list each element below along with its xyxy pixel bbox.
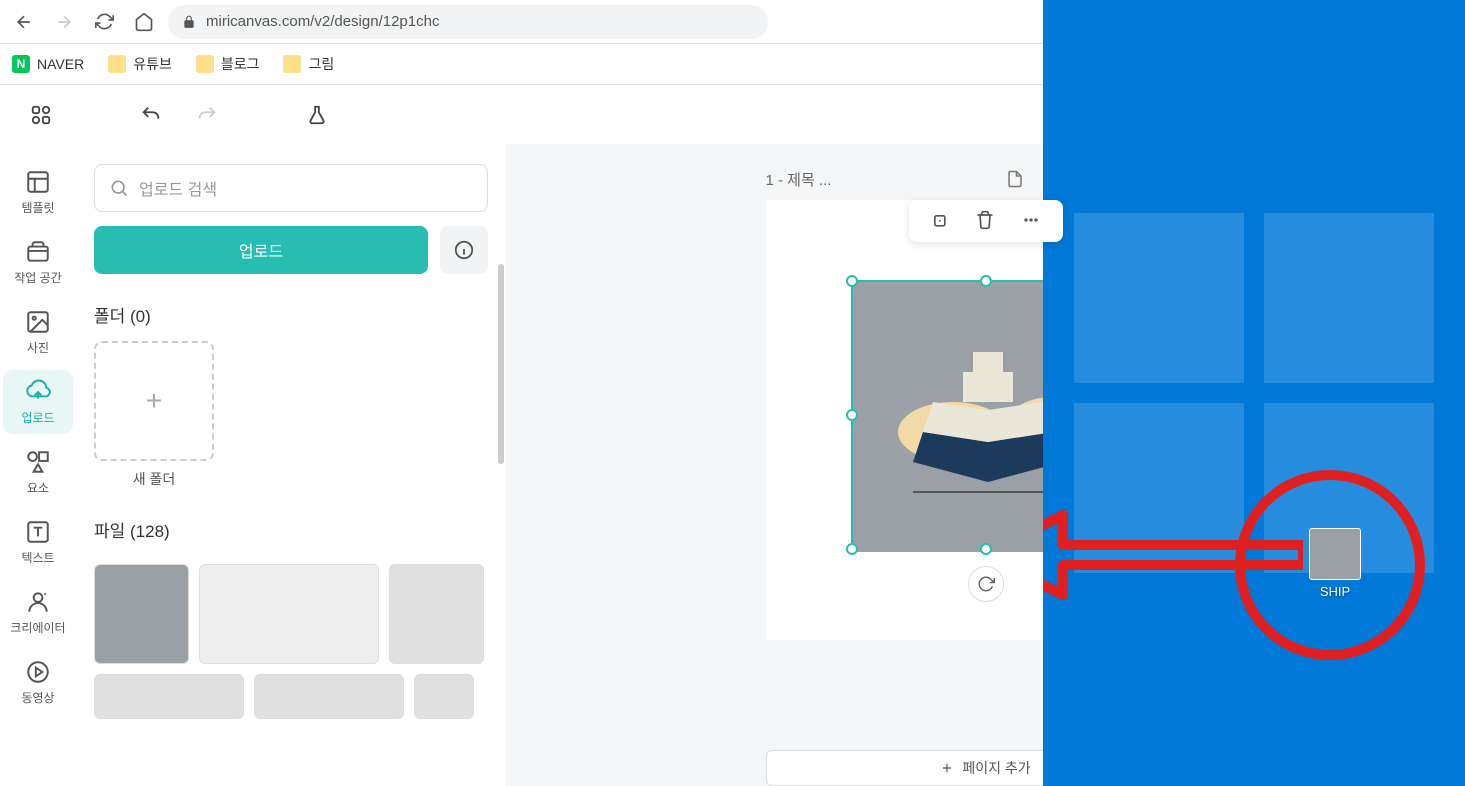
sidebar-item-photo[interactable]: 사진 (3, 300, 73, 364)
folder-section-title: 폴더 (0) (94, 302, 488, 327)
sidebar-item-creator[interactable]: 크리에이터 (3, 580, 73, 644)
sidebar-label: 크리에이터 (10, 619, 65, 636)
sidebar-item-upload[interactable]: 업로드 (3, 370, 73, 434)
resize-handle[interactable] (846, 275, 858, 287)
folder-icon (108, 55, 126, 73)
bookmark-label: NAVER (37, 56, 84, 72)
bookmark-picture[interactable]: 그림 (283, 54, 334, 74)
new-folder-label: 새 폴더 (94, 469, 214, 489)
sidebar-label: 사진 (27, 339, 49, 356)
windows-desktop[interactable]: SHIP (1043, 0, 1465, 786)
info-button[interactable] (440, 226, 488, 274)
sidebar-item-workspace[interactable]: 작업 공간 (3, 230, 73, 294)
search-placeholder: 업로드 검색 (139, 176, 217, 200)
file-thumb[interactable] (94, 674, 244, 719)
folder-icon (196, 55, 214, 73)
lock-icon (182, 15, 196, 29)
delete-icon[interactable] (975, 210, 997, 232)
rotate-handle[interactable] (968, 566, 1004, 602)
add-page-label: 페이지 추가 (962, 758, 1030, 778)
sidebar-item-template[interactable]: 템플릿 (3, 160, 73, 224)
resize-handle[interactable] (980, 275, 992, 287)
undo-button[interactable] (130, 94, 172, 136)
upload-label: 업로드 (239, 238, 283, 262)
upload-button[interactable]: 업로드 (94, 226, 428, 274)
forward-button[interactable] (48, 6, 80, 38)
plus-icon (940, 761, 954, 775)
sidebar-label: 템플릿 (21, 199, 54, 216)
scrollbar[interactable] (498, 264, 504, 584)
sidebar-label: 요소 (27, 479, 49, 496)
resize-handle[interactable] (980, 543, 992, 555)
file-grid (94, 564, 488, 719)
resize-handle[interactable] (846, 409, 858, 421)
side-nav: 템플릿 작업 공간 사진 업로드 요소 텍스트 크리에이터 동영상 (0, 144, 76, 786)
page-icon[interactable] (1004, 168, 1026, 190)
scroll-thumb[interactable] (498, 264, 504, 464)
sidebar-label: 작업 공간 (14, 269, 62, 286)
folder-icon (283, 55, 301, 73)
sidebar-label: 업로드 (21, 409, 54, 426)
naver-icon: N (12, 55, 30, 73)
upload-panel: 업로드 검색 업로드 폴더 (0) + 새 폴더 파일 (128) (76, 144, 506, 786)
sidebar-label: 텍스트 (21, 549, 54, 566)
annotation-circle (1235, 470, 1425, 660)
file-thumb[interactable] (254, 674, 404, 719)
back-button[interactable] (8, 6, 40, 38)
duplicate-icon[interactable] (929, 210, 951, 232)
more-icon[interactable] (1021, 210, 1043, 232)
sidebar-item-text[interactable]: 텍스트 (3, 510, 73, 574)
sidebar-item-element[interactable]: 요소 (3, 440, 73, 504)
sidebar-item-video[interactable]: 동영상 (3, 650, 73, 714)
home-button[interactable] (128, 6, 160, 38)
resize-handle[interactable] (846, 543, 858, 555)
search-icon (109, 178, 129, 198)
new-folder-button[interactable]: + (94, 341, 214, 461)
bookmark-naver[interactable]: N NAVER (12, 55, 84, 73)
search-input[interactable]: 업로드 검색 (94, 164, 488, 212)
sidebar-label: 동영상 (21, 689, 54, 706)
reload-button[interactable] (88, 6, 120, 38)
apps-button[interactable] (20, 94, 62, 136)
file-thumb[interactable] (199, 564, 379, 664)
file-thumb[interactable] (94, 564, 189, 664)
bookmark-label: 그림 (308, 54, 334, 74)
bookmark-youtube[interactable]: 유튜브 (108, 54, 172, 74)
address-bar[interactable]: miricanvas.com/v2/design/12p1chc (168, 5, 768, 39)
selection-toolbar (909, 200, 1063, 242)
url-text: miricanvas.com/v2/design/12p1chc (206, 13, 754, 30)
redo-button[interactable] (186, 94, 228, 136)
bookmark-label: 유튜브 (133, 54, 172, 74)
file-thumb[interactable] (389, 564, 484, 664)
file-thumb[interactable] (414, 674, 474, 719)
bookmark-blog[interactable]: 블로그 (196, 54, 260, 74)
flask-button[interactable] (296, 94, 338, 136)
page-title[interactable]: 1 - 제목 ... (766, 169, 990, 190)
bookmark-label: 블로그 (221, 54, 260, 74)
file-section-title: 파일 (128) (94, 517, 488, 542)
